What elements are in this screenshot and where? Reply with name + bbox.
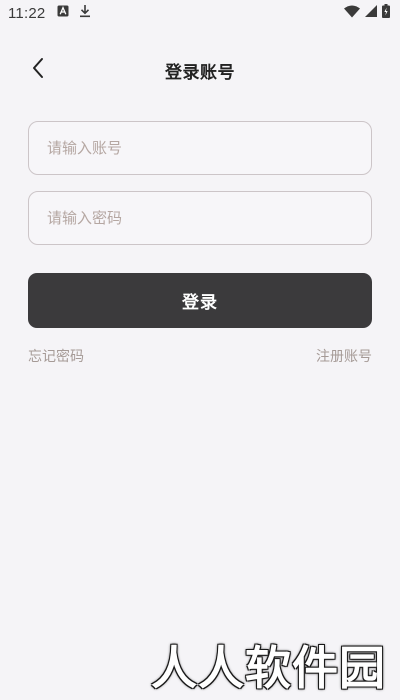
login-screen: 11:22 登录账号 请输入账号 登录 忘记密码 注册账号 人人软件园 — [0, 0, 400, 700]
account-input[interactable] — [29, 122, 371, 174]
status-left-icons — [57, 4, 91, 22]
font-a-icon — [57, 5, 69, 21]
header: 登录账号 — [0, 50, 400, 90]
password-field — [28, 191, 372, 245]
register-account-link[interactable]: 注册账号 — [316, 346, 372, 366]
forgot-password-link[interactable]: 忘记密码 — [28, 346, 84, 366]
status-bar: 11:22 — [0, 0, 400, 26]
back-button[interactable] — [26, 58, 50, 82]
signal-icon — [365, 5, 377, 21]
status-right-icons — [344, 4, 390, 22]
chevron-left-icon — [31, 57, 45, 83]
page-title: 登录账号 — [165, 62, 235, 83]
wifi-icon — [344, 5, 360, 22]
password-input[interactable] — [29, 192, 371, 244]
account-field — [28, 121, 372, 175]
status-time: 11:22 — [8, 4, 46, 22]
login-button[interactable]: 登录 — [28, 273, 372, 328]
watermark: 人人软件园 — [151, 641, 386, 695]
download-icon — [79, 4, 91, 22]
battery-charging-icon — [382, 4, 390, 22]
